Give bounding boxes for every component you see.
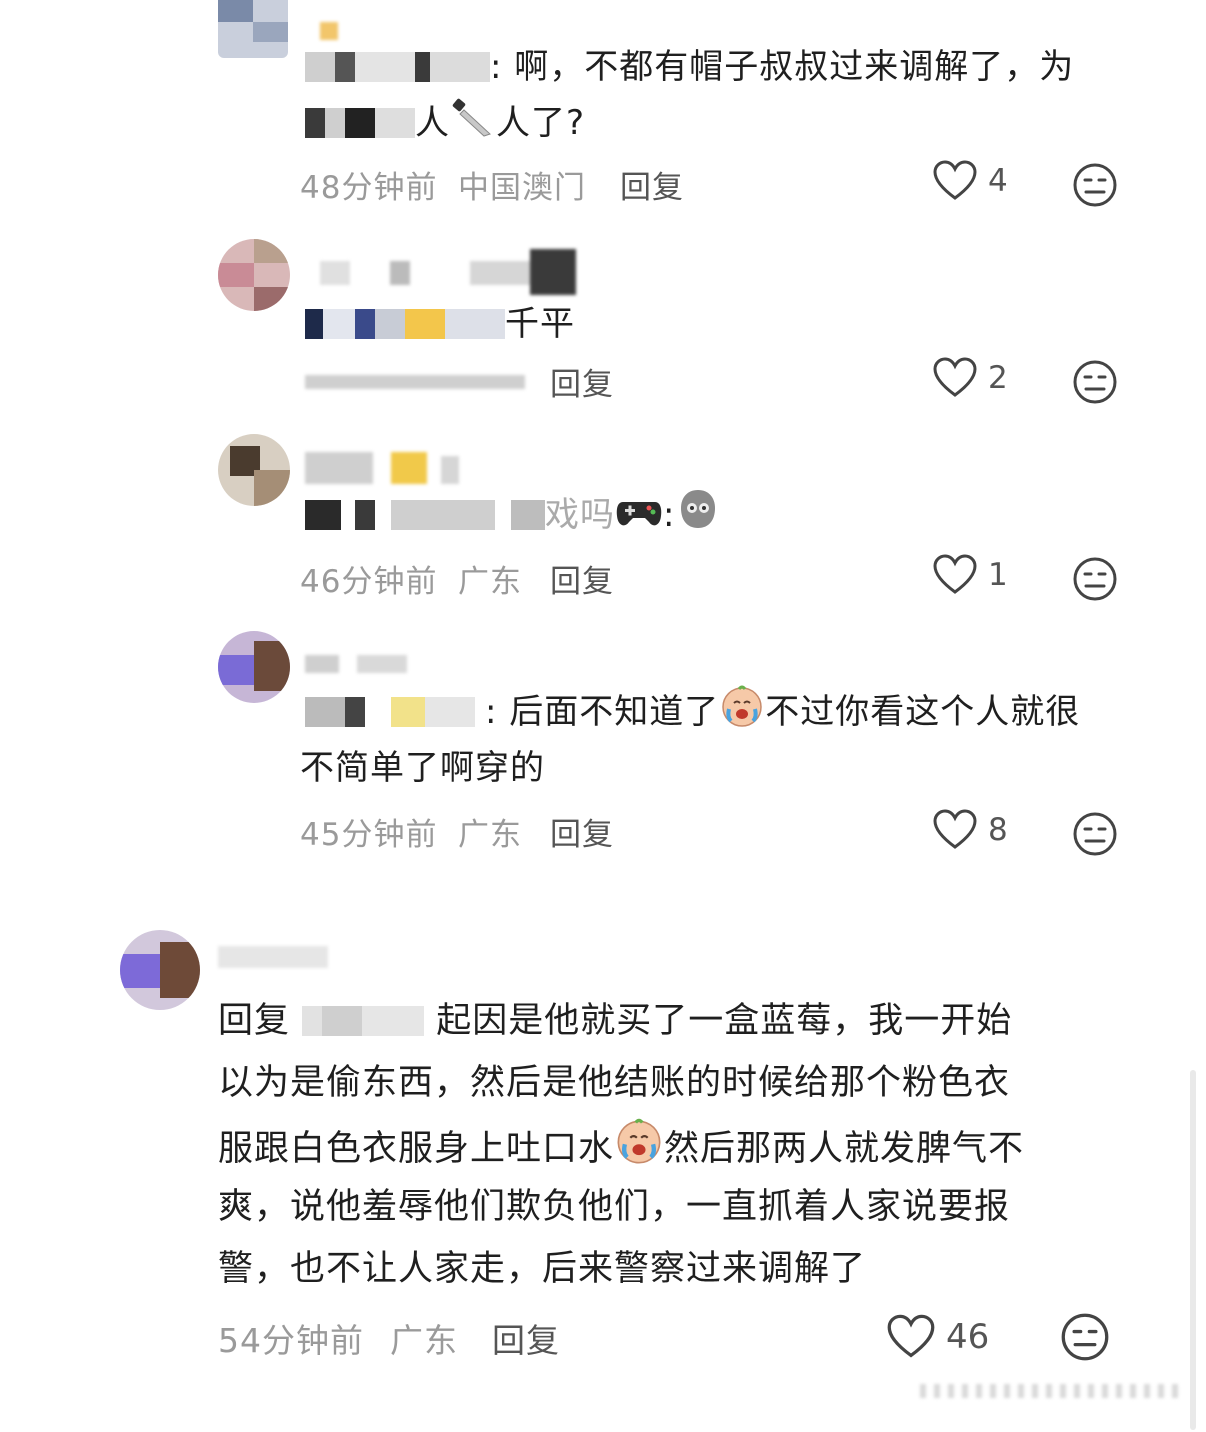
- reply-button[interactable]: 回复: [620, 162, 684, 207]
- heart-outline-icon: [933, 554, 977, 594]
- comment-text: : 啊，不都有帽子叔叔过来调解了，为: [305, 38, 1074, 96]
- ghost-emoji-icon: [675, 486, 721, 550]
- dislike-button[interactable]: [1072, 811, 1118, 861]
- reply-button[interactable]: 回复: [550, 809, 614, 854]
- crying-emoji-icon: [614, 1116, 664, 1184]
- like-count: 2: [988, 360, 1008, 396]
- comment-time: 45分钟前: [300, 817, 438, 853]
- reply-button[interactable]: 回复: [550, 556, 614, 601]
- dislike-button[interactable]: [1060, 1312, 1110, 1366]
- comment-2: 千平 回复 2: [0, 225, 1206, 415]
- knife-emoji-icon: [450, 94, 496, 158]
- gamepad-emoji-icon: [615, 492, 663, 550]
- main-comment: 回复 起因是他就买了一盒蓝莓，我一开始 以为是偷东西，然后是他结账的时候给那个粉…: [0, 900, 1206, 1432]
- comment-text: 戏吗 :: [305, 486, 721, 550]
- mention-mosaic[interactable]: [302, 1006, 425, 1036]
- heart-outline-icon: [933, 809, 977, 849]
- comment-1: : 啊，不都有帽子叔叔过来调解了，为 人 人了? 48分钟前 中国澳门 回复 4: [0, 0, 1206, 220]
- neutral-face-icon: [1073, 360, 1117, 404]
- username[interactable]: [218, 940, 338, 976]
- username[interactable]: [305, 651, 415, 681]
- crying-emoji-icon: [719, 683, 765, 747]
- avatar[interactable]: [120, 930, 200, 1010]
- comment-3: 戏吗 : 46分钟前 广东 回复 1: [0, 420, 1206, 610]
- dislike-button[interactable]: [1072, 359, 1118, 409]
- comment-location: 中国澳门: [458, 170, 586, 206]
- watermark: [920, 1376, 1180, 1406]
- neutral-face-icon: [1073, 163, 1117, 207]
- main-comment-line4: 爽，说他羞辱他们欺负他们，一直抓着人家说要报: [218, 1187, 1011, 1227]
- main-comment-line2: 以为是偷东西，然后是他结账的时候给那个粉色衣: [218, 1063, 1011, 1103]
- heart-outline-icon: [933, 357, 977, 397]
- comment-text-line2: 人 人了?: [305, 94, 585, 158]
- like-button[interactable]: 1: [932, 554, 1008, 596]
- avatar[interactable]: [218, 239, 290, 311]
- neutral-face-icon: [1073, 557, 1117, 601]
- comment-time: 48分钟前: [300, 170, 438, 206]
- like-count: 1: [988, 557, 1008, 593]
- main-comment-line3: 服跟白色衣服身上吐口水 然后那两人就发脾气不: [218, 1116, 1024, 1184]
- comment-4: : 后面不知道了 不过你看这个人就很 不简单了啊穿的 45分钟前 广东 回复 8: [0, 615, 1206, 885]
- comment-location: 广东: [390, 1321, 458, 1360]
- heart-outline-icon: [887, 1314, 935, 1358]
- comment-location: 广东: [458, 564, 522, 600]
- like-button[interactable]: 8: [932, 809, 1008, 851]
- mention-mosaic[interactable]: [305, 52, 490, 82]
- username[interactable]: [320, 249, 580, 297]
- dislike-button[interactable]: [1072, 556, 1118, 606]
- scrollbar[interactable]: [1190, 1070, 1196, 1430]
- like-count: 46: [946, 1317, 990, 1357]
- avatar[interactable]: [218, 631, 290, 703]
- comment-text: 千平: [305, 295, 575, 353]
- like-count: 4: [988, 163, 1008, 199]
- neutral-face-icon: [1073, 812, 1117, 856]
- comment-time: 46分钟前: [300, 564, 438, 600]
- comment-text-line2: 不简单了啊穿的: [300, 748, 545, 788]
- like-button[interactable]: 4: [932, 160, 1008, 202]
- comment-text: : 后面不知道了 不过你看这个人就很: [305, 683, 1080, 747]
- like-button[interactable]: 2: [932, 357, 1008, 399]
- heart-outline-icon: [933, 160, 977, 200]
- dislike-button[interactable]: [1072, 162, 1118, 212]
- username[interactable]: [305, 448, 465, 488]
- avatar[interactable]: [218, 434, 290, 506]
- like-count: 8: [988, 812, 1008, 848]
- main-comment-line5: 警，也不让人家走，后来警察过来调解了: [218, 1249, 867, 1289]
- reply-button[interactable]: 回复: [492, 1314, 560, 1362]
- neutral-face-icon: [1061, 1313, 1109, 1361]
- comment-time-location: [305, 365, 525, 397]
- avatar[interactable]: [218, 0, 288, 58]
- reply-button[interactable]: 回复: [550, 359, 614, 404]
- username[interactable]: [320, 14, 380, 40]
- comment-time: 54分钟前: [218, 1321, 364, 1360]
- comment-location: 广东: [458, 817, 522, 853]
- main-comment-line1: 回复 起因是他就买了一盒蓝莓，我一开始: [218, 1001, 1013, 1041]
- like-button[interactable]: 46: [886, 1314, 989, 1360]
